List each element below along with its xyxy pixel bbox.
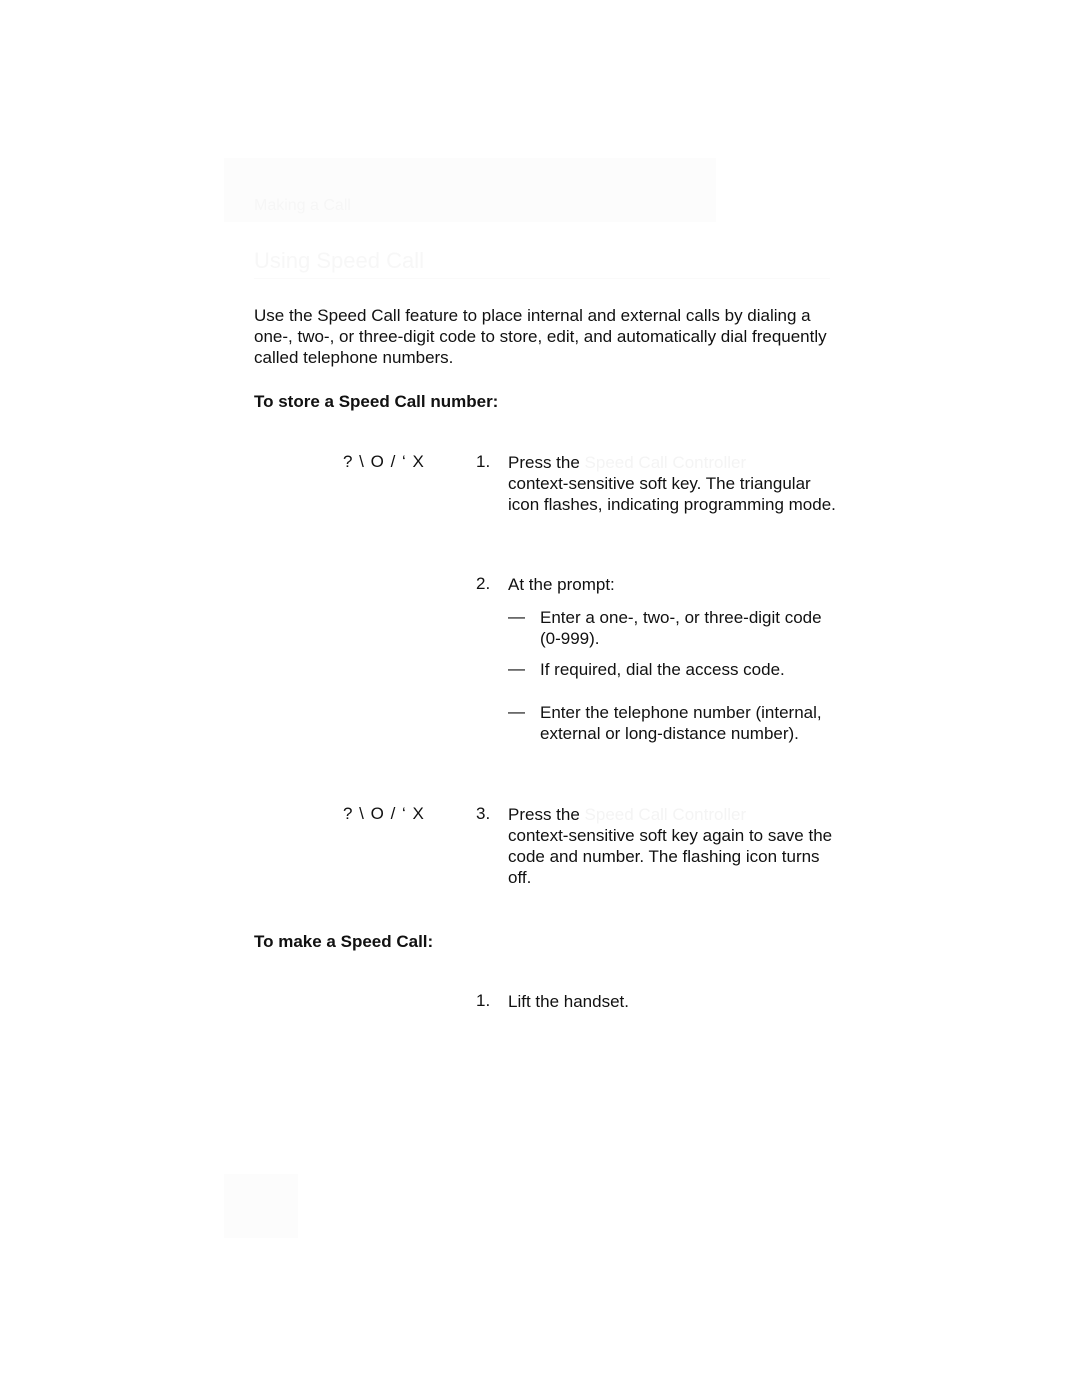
step-number: 1. [476,991,491,1010]
step-number: 3. [476,804,491,823]
make-heading: To make a Speed Call: [254,932,434,951]
step-rest: context-sensitive soft key again to save… [508,826,833,887]
softkey-name: Speed Call Controller [584,805,747,824]
section-label: Making a Call [254,197,351,214]
softkey-label: ? \ O / ‘ X [343,804,425,823]
step-number: 2. [476,574,491,593]
dash-bullet: — [508,607,525,626]
step-text: Lift the handset. [508,992,629,1011]
store-heading: To store a Speed Call number: [254,392,499,411]
dash-bullet: — [508,659,525,678]
substep-text: Enter a one-, two-, or three-digit code … [540,608,822,648]
step-number: 1. [476,452,491,471]
intro-paragraph: Use the Speed Call feature to place inte… [254,306,827,367]
substep-text: If required, dial the access code. [540,660,785,679]
step-text: Press the Speed Call Controller context-… [508,452,838,515]
step-text: At the prompt: [508,575,615,594]
step-lead: Press the [508,805,585,824]
step-text: Press the Speed Call Controller context-… [508,804,838,888]
step-lead: Press the [508,453,585,472]
title-divider [254,278,830,279]
step-rest: context-sensitive soft key. The triangul… [508,474,836,514]
page-number-box [224,1174,298,1238]
substep-text: Enter the telephone number (internal, ex… [540,703,822,743]
dash-bullet: — [508,702,525,721]
softkey-label: ? \ O / ‘ X [343,452,425,471]
softkey-name: Speed Call Controller [584,453,747,472]
page-title: Using Speed Call [254,248,424,273]
